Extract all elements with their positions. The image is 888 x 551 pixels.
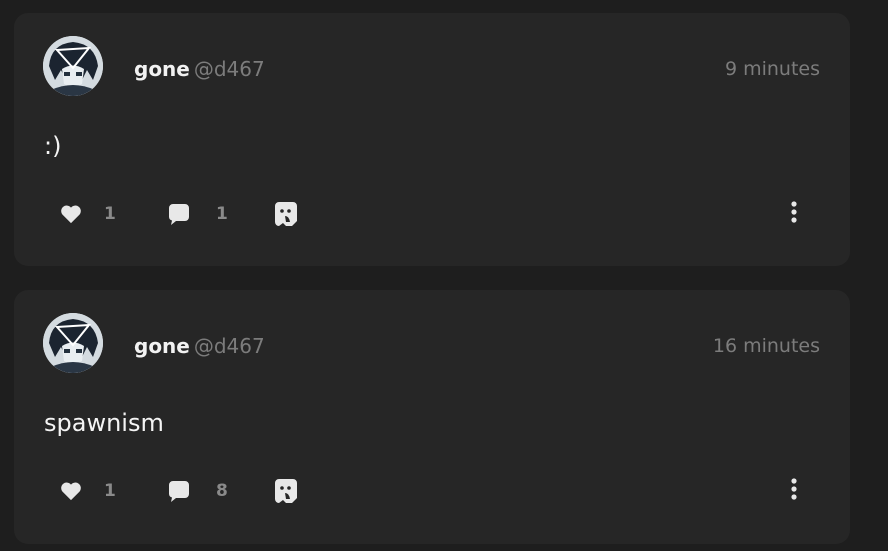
more-options-button[interactable] [783, 475, 805, 507]
vertical-ellipsis-icon [791, 478, 797, 504]
post-feed: gone @d467 9 minutes :) 1 1 gone @d467 1… [0, 0, 888, 551]
post-card[interactable]: gone @d467 9 minutes :) 1 1 [14, 13, 850, 266]
reply-count: 8 [216, 481, 228, 501]
avatar[interactable] [43, 313, 103, 373]
anime-avatar-icon [43, 36, 103, 96]
post-text: spawnism [44, 409, 164, 437]
anime-avatar-icon [43, 313, 103, 373]
author-line: gone @d467 [134, 56, 265, 82]
more-options-button[interactable] [783, 198, 805, 230]
vertical-ellipsis-icon [791, 201, 797, 227]
avatar[interactable] [43, 36, 103, 96]
share-button[interactable] [273, 475, 299, 507]
post-card[interactable]: gone @d467 16 minutes spawnism 1 8 [14, 290, 850, 544]
ghost-share-icon [273, 478, 299, 504]
post-text: :) [44, 132, 62, 160]
speech-bubble-icon [166, 478, 192, 504]
author-display-name[interactable]: gone [134, 334, 190, 358]
like-button[interactable]: 1 [58, 198, 116, 230]
like-button[interactable]: 1 [58, 475, 116, 507]
author-display-name[interactable]: gone [134, 57, 190, 81]
author-handle[interactable]: @d467 [194, 334, 265, 358]
reply-button[interactable]: 8 [166, 475, 228, 507]
ghost-share-icon [273, 201, 299, 227]
like-count: 1 [104, 481, 116, 501]
speech-bubble-icon [166, 201, 192, 227]
author-line: gone @d467 [134, 333, 265, 359]
post-timestamp[interactable]: 16 minutes [713, 333, 820, 359]
author-handle[interactable]: @d467 [194, 57, 265, 81]
share-button[interactable] [273, 198, 299, 230]
reply-button[interactable]: 1 [166, 198, 228, 230]
post-actions: 1 1 [14, 198, 850, 230]
post-actions: 1 8 [14, 475, 850, 507]
heart-icon [58, 478, 84, 504]
like-count: 1 [104, 204, 116, 224]
heart-icon [58, 201, 84, 227]
post-timestamp[interactable]: 9 minutes [725, 56, 820, 82]
reply-count: 1 [216, 204, 228, 224]
